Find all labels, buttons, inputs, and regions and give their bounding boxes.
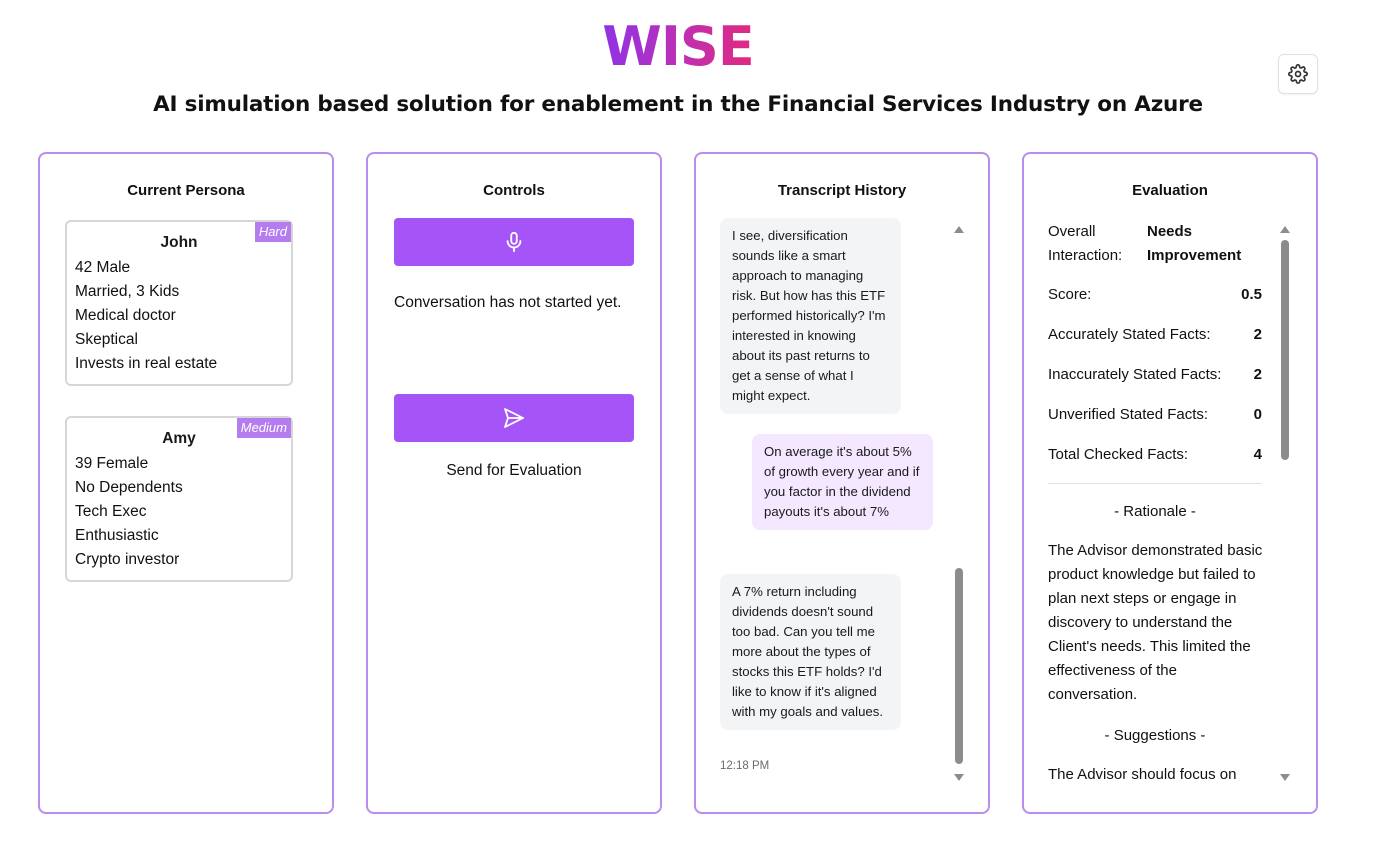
metric-row: Unverified Stated Facts: 0 <box>1048 406 1262 423</box>
conversation-status: Conversation has not started yet. <box>394 294 622 311</box>
scroll-down-icon[interactable] <box>954 774 964 781</box>
panel-title: Transcript History <box>777 182 907 199</box>
overall-label: Overall Interaction: <box>1048 223 1123 264</box>
microphone-icon <box>506 231 522 253</box>
difficulty-badge: Hard <box>254 222 291 242</box>
metric-label: Total Checked Facts: <box>1048 446 1189 463</box>
rationale-heading: - Rationale - <box>1114 503 1196 520</box>
metric-value: 4 <box>1253 446 1262 463</box>
message-timestamp: 12:18 PM <box>720 760 770 772</box>
scroll-down-icon[interactable] <box>1280 774 1290 781</box>
metric-row: Total Checked Facts: 4 <box>1048 446 1262 463</box>
client-message: A 7% return including dividends doesn't … <box>720 574 901 730</box>
scrollbar-thumb[interactable] <box>1281 240 1289 460</box>
persona-name: John <box>160 234 198 251</box>
persona-card-amy[interactable]: Medium Amy 39 Female No Dependents Tech … <box>65 416 293 582</box>
transcript-scrollbar[interactable] <box>952 224 966 784</box>
send-evaluation-button[interactable] <box>394 394 634 442</box>
scroll-up-icon[interactable] <box>954 226 964 233</box>
settings-button[interactable] <box>1278 54 1318 94</box>
panel-title: Evaluation <box>1132 182 1208 199</box>
divider <box>1048 483 1262 484</box>
persona-detail: Married, 3 Kids <box>75 283 180 300</box>
persona-detail: Medical doctor <box>75 307 176 324</box>
difficulty-badge: Medium <box>236 418 291 438</box>
advisor-message: On average it's about 5% of growth every… <box>752 434 933 530</box>
evaluation-scrollbar[interactable] <box>1278 224 1292 784</box>
persona-detail: Tech Exec <box>75 503 147 520</box>
metric-value: 2 <box>1253 326 1262 343</box>
metric-label: Accurately Stated Facts: <box>1048 326 1211 343</box>
metric-row: Score: 0.5 <box>1048 286 1262 303</box>
gear-icon <box>1288 64 1308 84</box>
client-message: I see, diversification sounds like a sma… <box>720 218 901 414</box>
send-evaluation-label: Send for Evaluation <box>446 462 582 479</box>
evaluation-panel: Evaluation Overall Interaction: Needs Im… <box>1022 152 1318 814</box>
persona-detail: Invests in real estate <box>75 355 218 372</box>
persona-detail: No Dependents <box>75 479 183 496</box>
persona-card-john[interactable]: Hard John 42 Male Married, 3 Kids Medica… <box>65 220 293 386</box>
overall-value: Needs Improvement <box>1147 223 1242 264</box>
metric-row: Inaccurately Stated Facts: 2 <box>1048 366 1262 383</box>
metric-label: Unverified Stated Facts: <box>1048 406 1209 423</box>
persona-panel: Current Persona Hard John 42 Male Marrie… <box>38 152 334 814</box>
transcript-panel: Transcript History I see, diversificatio… <box>694 152 990 814</box>
persona-detail: Enthusiastic <box>75 527 159 544</box>
metric-value: 0 <box>1253 406 1262 423</box>
metric-value: 2 <box>1253 366 1262 383</box>
send-icon <box>504 408 524 428</box>
app-logo: WISE <box>602 15 754 78</box>
metric-row: Accurately Stated Facts: 2 <box>1048 326 1262 343</box>
persona-detail: 39 Female <box>75 455 149 472</box>
scroll-up-icon[interactable] <box>1280 226 1290 233</box>
overall-interaction: Overall Interaction: Needs Improvement <box>1048 220 1262 268</box>
rationale-text: The Advisor demonstrated basic product k… <box>1048 542 1263 703</box>
metric-label: Score: <box>1048 286 1092 303</box>
scrollbar-thumb[interactable] <box>955 568 963 764</box>
controls-panel: Controls Conversation has not started ye… <box>366 152 662 814</box>
suggestions-heading: - Suggestions - <box>1104 727 1206 744</box>
panel-title: Controls <box>483 182 545 199</box>
metric-value: 0.5 <box>1241 286 1262 303</box>
panel-title: Current Persona <box>127 182 245 199</box>
metric-label: Inaccurately Stated Facts: <box>1048 366 1222 383</box>
suggestions-text: The Advisor should focus on <box>1048 766 1237 783</box>
persona-detail: Crypto investor <box>75 551 180 568</box>
transcript-scroll-area[interactable]: I see, diversification sounds like a sma… <box>720 218 968 788</box>
persona-detail: Skeptical <box>75 331 138 348</box>
app-subtitle: AI simulation based solution for enablem… <box>153 92 1203 117</box>
persona-detail: 42 Male <box>75 259 131 276</box>
microphone-button[interactable] <box>394 218 634 266</box>
